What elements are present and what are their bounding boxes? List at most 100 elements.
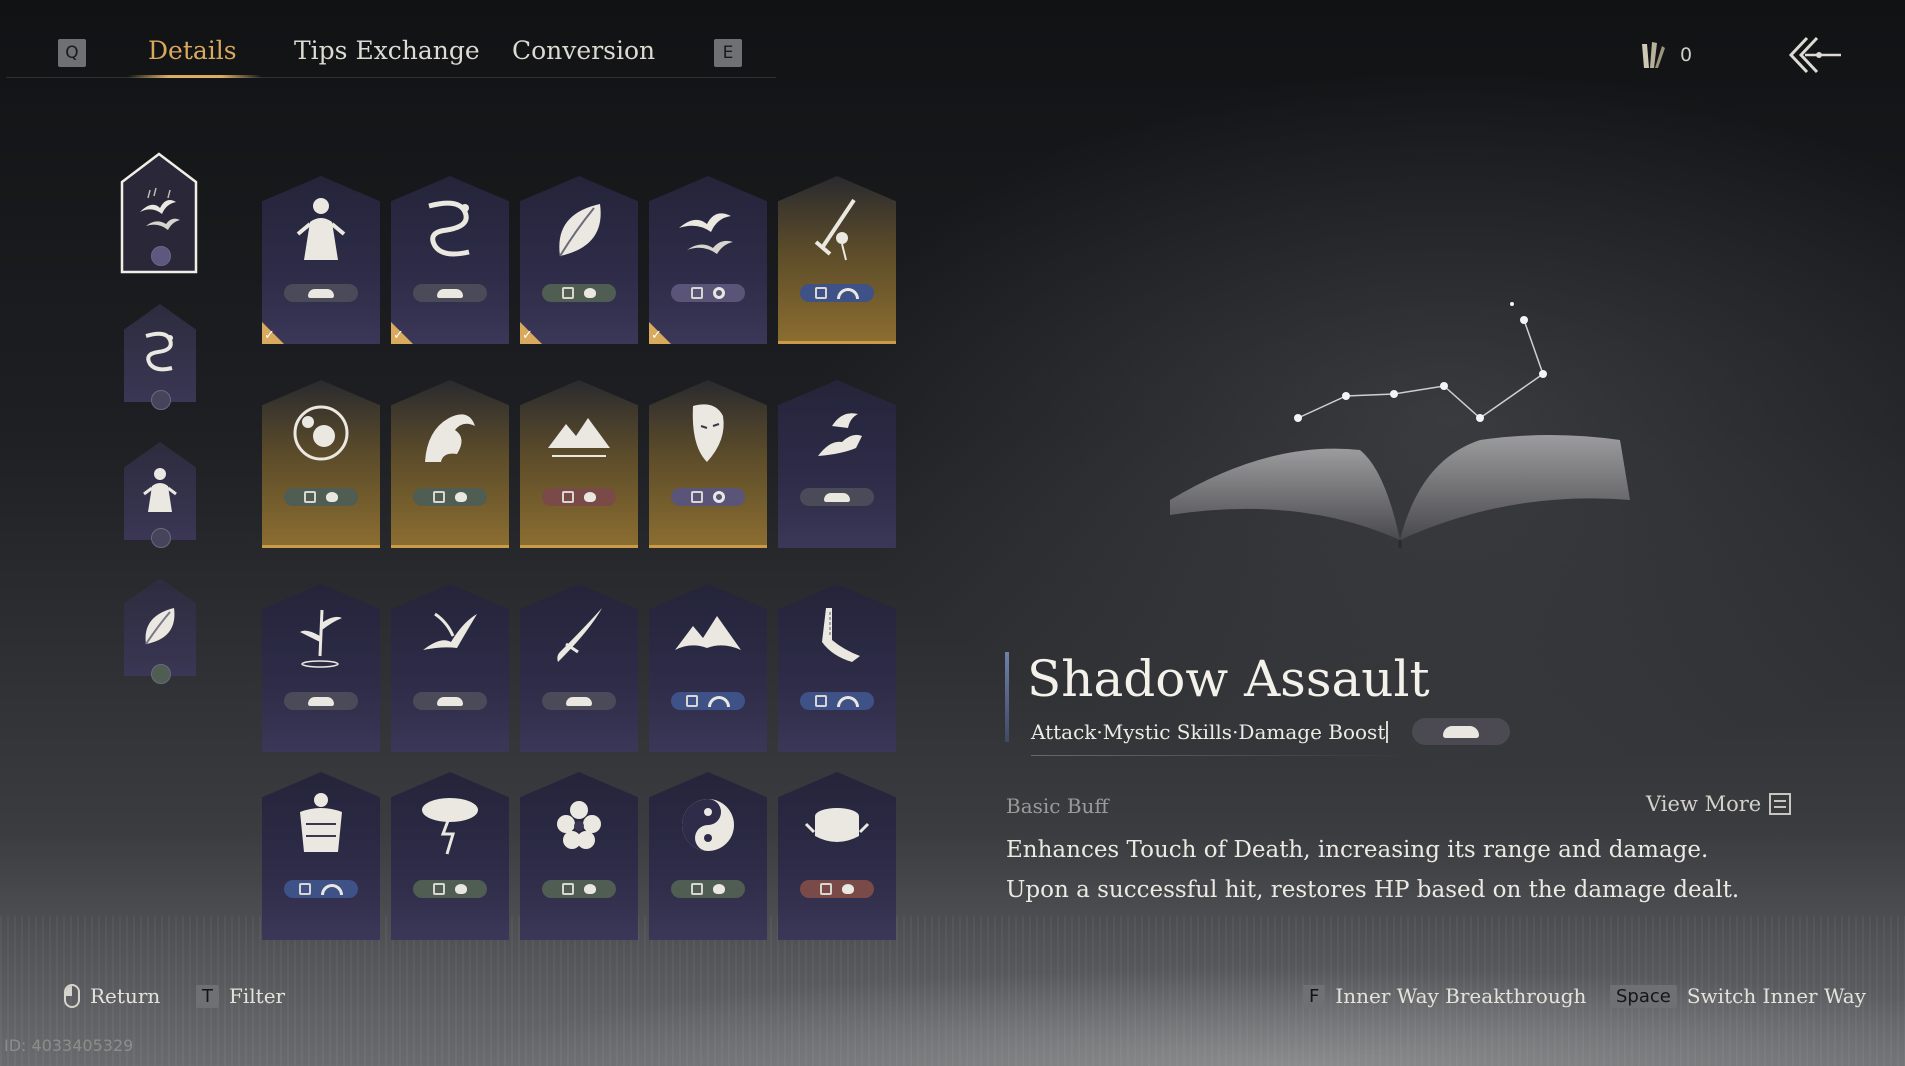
inner-way-card[interactable]: ✓ [520, 176, 638, 344]
leaf-icon [145, 608, 175, 645]
storm-tree-icon [422, 798, 478, 855]
breakthrough-hint[interactable]: F Inner Way Breakthrough [1303, 984, 1586, 1008]
switch-hint[interactable]: Space Switch Inner Way [1610, 984, 1866, 1008]
arrow-up-icon [691, 491, 703, 503]
filter-label: Filter [229, 984, 286, 1008]
element-tag [800, 692, 874, 710]
swallows-icon [140, 187, 180, 230]
sidebar-slot-1[interactable] [124, 160, 196, 266]
element-tag [284, 692, 358, 710]
sword-icon [814, 198, 856, 261]
subtitle-divider [1031, 755, 1411, 756]
blade-icon [557, 608, 602, 662]
next-tab-key[interactable]: E [714, 39, 742, 67]
shield-icon [842, 884, 854, 894]
list-icon [1769, 793, 1792, 815]
droplet-icon [713, 884, 725, 894]
element-tag [284, 880, 358, 898]
inner-way-card[interactable] [391, 584, 509, 752]
inner-way-card[interactable] [262, 772, 380, 940]
inner-way-card[interactable] [391, 380, 509, 548]
element-tag [542, 880, 616, 898]
tab-conversion[interactable]: Conversion [512, 36, 655, 65]
jade-icon [562, 287, 574, 299]
inner-way-card[interactable] [262, 584, 380, 752]
view-more-button[interactable]: View More [1646, 792, 1792, 816]
inner-way-card[interactable] [778, 380, 896, 548]
inner-way-card[interactable] [649, 584, 767, 752]
flower-circle-icon [293, 405, 349, 461]
inner-way-card[interactable] [262, 380, 380, 548]
blossom-icon [557, 801, 601, 849]
element-tag [284, 488, 358, 506]
inner-way-card[interactable]: ✓ [391, 176, 509, 344]
tab-tips-exchange[interactable]: Tips Exchange [294, 36, 480, 65]
cloud-icon [824, 492, 850, 502]
inner-way-card[interactable] [520, 772, 638, 940]
peaks-icon [675, 616, 741, 650]
tower-icon [815, 287, 827, 299]
inner-way-card[interactable] [778, 584, 896, 752]
sidebar-slot-2[interactable] [124, 304, 196, 410]
jade-icon [562, 883, 574, 895]
bamboo-icon [300, 609, 342, 668]
cloud-icon [1443, 725, 1479, 738]
breakthrough-label: Inner Way Breakthrough [1335, 984, 1587, 1008]
swallows-icon [679, 213, 733, 254]
leaf-icon [559, 204, 601, 257]
view-more-label: View More [1646, 792, 1762, 816]
cloud-icon [566, 696, 592, 706]
switch-key: Space [1610, 984, 1677, 1008]
switch-label: Switch Inner Way [1686, 984, 1867, 1008]
prayer-hands-icon [822, 608, 860, 662]
back-arrow-icon[interactable] [1785, 32, 1843, 78]
droplet-icon [584, 884, 596, 894]
inner-way-card[interactable] [778, 772, 896, 940]
inner-way-card[interactable] [778, 176, 896, 344]
element-tag [284, 284, 358, 302]
dragon-icon [428, 200, 470, 257]
prev-tab-key[interactable]: Q [58, 39, 86, 67]
breakthrough-key: F [1303, 984, 1326, 1008]
sidebar-slot-3[interactable] [124, 442, 196, 548]
gold-rarity-line [262, 545, 380, 548]
gold-rarity-line [649, 545, 767, 548]
inner-way-card[interactable]: ✓ [262, 176, 380, 344]
jade-icon [433, 883, 445, 895]
skill-tags: Attack·Mystic Skills·Damage Boost [1031, 720, 1386, 744]
element-pip [151, 246, 171, 266]
element-tag [671, 880, 745, 898]
open-book-constellation-art [1170, 302, 1630, 548]
rainbow-icon [321, 883, 343, 895]
checkmark-icon: ✓ [393, 328, 404, 343]
inner-way-card[interactable]: ✓ [649, 176, 767, 344]
gold-rarity-line [520, 545, 638, 548]
element-tag [413, 692, 487, 710]
description-text: Enhances Touch of Death, increasing its … [1006, 837, 1740, 903]
droplet-icon [584, 288, 596, 298]
armor-icon [300, 793, 342, 852]
tower-icon [815, 695, 827, 707]
inner-way-card[interactable] [649, 380, 767, 548]
swirl-icon [713, 491, 725, 503]
sidebar-slot-4[interactable] [124, 578, 196, 684]
section-label: Basic Buff [1006, 794, 1109, 818]
inner-way-card[interactable] [649, 772, 767, 940]
inner-way-card[interactable] [520, 380, 638, 548]
rainbow-icon [837, 287, 859, 299]
yin-yang-icon [682, 799, 734, 851]
user-id: ID: 4033405329 [4, 1036, 134, 1055]
checkmark-icon: ✓ [522, 328, 533, 343]
tab-details[interactable]: Details [148, 36, 237, 65]
element-tag [413, 488, 487, 506]
page-title: Shadow Assault [1027, 650, 1430, 708]
inner-way-card[interactable] [520, 584, 638, 752]
figure-icon [296, 198, 346, 260]
swallow-icon [423, 612, 477, 650]
element-tag [671, 488, 745, 506]
filter-hint[interactable]: T Filter [196, 984, 285, 1008]
currency-count: 0 [1680, 44, 1693, 66]
return-hint[interactable]: Return [64, 984, 160, 1008]
jade-icon [691, 883, 703, 895]
inner-way-card[interactable] [391, 772, 509, 940]
